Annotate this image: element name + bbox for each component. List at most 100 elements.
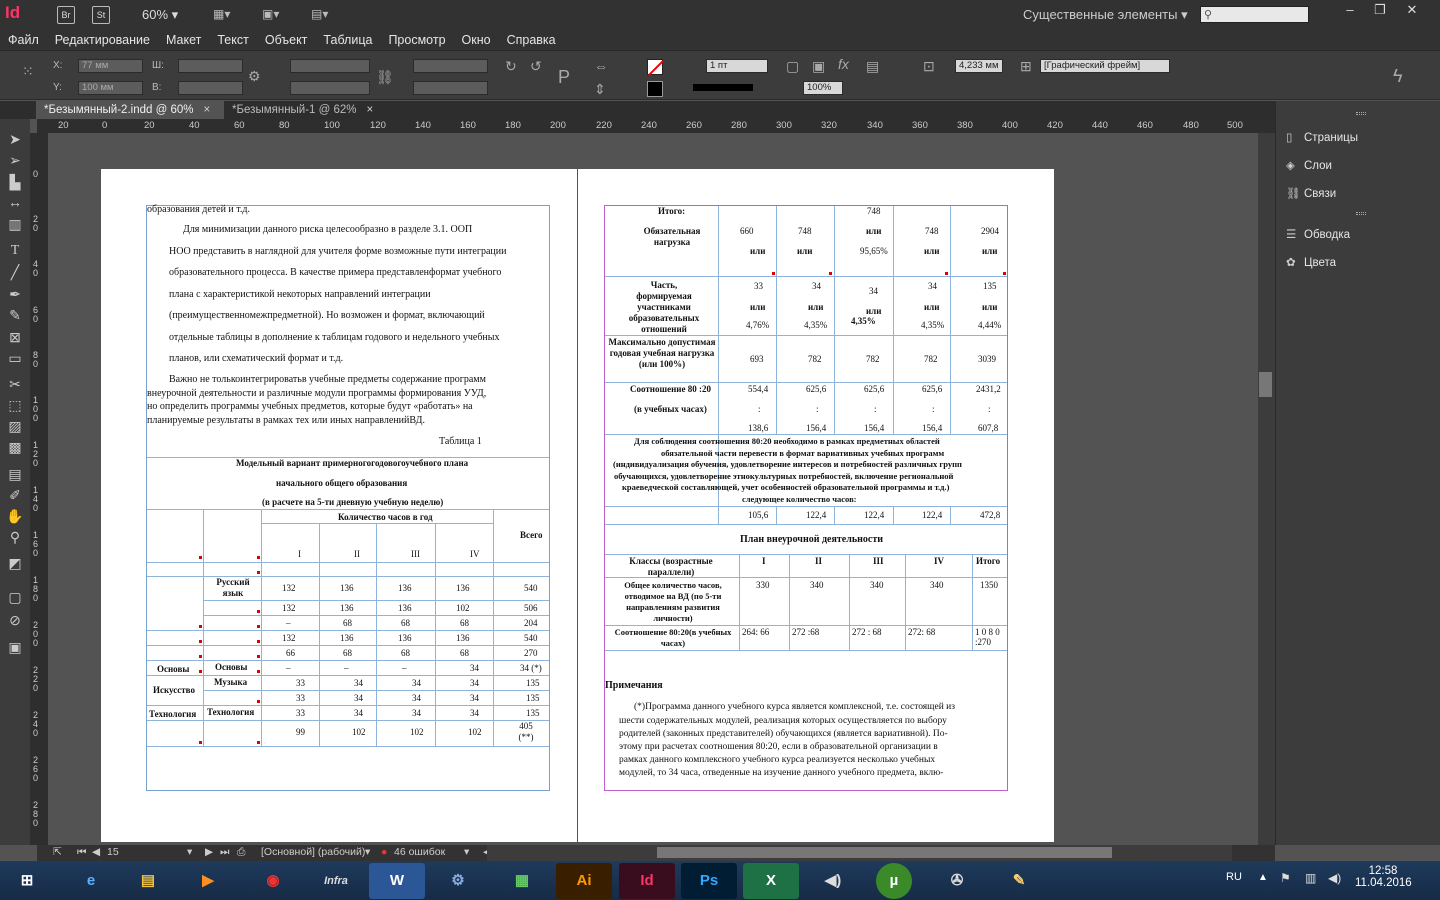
tab-document-1[interactable]: *Безымянный-1 @ 62% × xyxy=(224,101,384,119)
control-panel-taskbar-icon[interactable]: ⚙ xyxy=(430,863,486,899)
master-status[interactable]: [Основной] (рабочий) xyxy=(261,846,365,858)
vertical-scrollbar-thumb[interactable] xyxy=(1259,372,1272,397)
scissors-tool-icon[interactable]: ✂ xyxy=(6,376,24,392)
view-options-icon[interactable]: ▦▾ xyxy=(213,7,243,23)
fill-stroke-icon[interactable]: ◩ xyxy=(6,555,24,571)
speaker-icon[interactable]: ◀) xyxy=(1328,871,1341,885)
panel-layers[interactable]: ◈ Слои xyxy=(1286,158,1332,172)
rotate-cw-icon[interactable]: ↻ xyxy=(505,58,517,75)
screen-mode-icon[interactable]: ▣▾ xyxy=(262,7,292,23)
pencil-tool-icon[interactable]: ✎ xyxy=(6,307,24,323)
preflight-dropdown-icon[interactable]: ▾ xyxy=(464,846,469,858)
eyedropper-tool-icon[interactable]: ✐ xyxy=(6,487,24,503)
menu-edit[interactable]: Редактирование xyxy=(55,33,150,47)
menu-object[interactable]: Объект xyxy=(265,33,308,47)
menu-type[interactable]: Текст xyxy=(217,33,248,47)
menu-help[interactable]: Справка xyxy=(507,33,556,47)
pen-tool-icon[interactable]: ✒ xyxy=(6,286,24,302)
indesign-taskbar-icon[interactable]: Id xyxy=(619,863,675,899)
gradient-feather-tool-icon[interactable]: ▩ xyxy=(6,439,24,455)
stroke-swatch[interactable] xyxy=(647,81,663,97)
zoom-tool-icon[interactable]: ⚲ xyxy=(6,529,24,545)
next-page-icon[interactable]: ▶ xyxy=(205,846,213,858)
explorer-taskbar-icon[interactable]: ▤ xyxy=(120,863,176,899)
media-player-taskbar-icon[interactable]: ▶ xyxy=(180,863,236,899)
task-manager-taskbar-icon[interactable]: ▦ xyxy=(494,863,550,899)
word-taskbar-icon[interactable]: W xyxy=(369,863,425,899)
page-preflight-icon[interactable]: ⎙ xyxy=(237,846,245,859)
frame-fitting-icon[interactable]: ▤ xyxy=(866,58,879,75)
panel-stroke[interactable]: ☰ Обводка xyxy=(1286,227,1350,241)
ie-taskbar-icon[interactable]: e xyxy=(63,863,119,899)
apply-none-icon[interactable]: ⊘ xyxy=(6,612,24,628)
chrome-taskbar-icon[interactable]: ◉ xyxy=(245,863,301,899)
horizontal-scrollbar[interactable] xyxy=(487,845,1232,861)
language-indicator[interactable]: RU xyxy=(1226,871,1242,883)
master-dropdown-icon[interactable]: ▾ xyxy=(365,846,370,858)
auto-fit-icon[interactable]: ⊡ xyxy=(923,58,935,75)
close-window-button[interactable]: ✕ xyxy=(1397,2,1427,18)
rotate-field[interactable] xyxy=(413,59,488,73)
scale-x-field[interactable] xyxy=(290,59,370,73)
infra-recorder-taskbar-icon[interactable]: Infra xyxy=(308,863,364,899)
screen-mode-tool-icon[interactable]: ▣ xyxy=(6,639,24,655)
vertical-scrollbar[interactable] xyxy=(1258,133,1275,845)
stock-button[interactable]: St xyxy=(92,6,110,24)
prev-page-icon[interactable]: ◀ xyxy=(92,846,100,858)
free-transform-tool-icon[interactable]: ⬚ xyxy=(6,397,24,413)
excel-taskbar-icon[interactable]: X xyxy=(743,863,799,899)
search-input[interactable]: ⚲ xyxy=(1200,6,1309,23)
menu-window[interactable]: Окно xyxy=(462,33,491,47)
page-tool-icon[interactable]: ▙ xyxy=(6,174,24,190)
menu-table[interactable]: Таблица xyxy=(323,33,372,47)
close-icon[interactable]: × xyxy=(367,104,374,116)
line-tool-icon[interactable]: ╱ xyxy=(6,264,24,280)
gradient-tool-icon[interactable]: ▨ xyxy=(6,418,24,434)
fill-swatch[interactable] xyxy=(647,59,664,76)
tab-document-2[interactable]: *Безымянный-2.indd @ 60% × xyxy=(36,101,224,119)
illustrator-taskbar-icon[interactable]: Ai xyxy=(556,863,612,899)
photoshop-taskbar-icon[interactable]: Ps xyxy=(681,863,737,899)
rectangle-tool-icon[interactable]: ▭ xyxy=(6,350,24,366)
shear-field[interactable] xyxy=(413,81,488,95)
tray-expand-icon[interactable]: ▲ xyxy=(1258,872,1268,883)
bridge-button[interactable]: Br xyxy=(57,6,75,24)
panel-color[interactable]: ✿ Цвета xyxy=(1286,255,1336,269)
formatting-affects-icon[interactable]: ▢ xyxy=(6,589,24,605)
flip-v-icon[interactable]: ⇕ xyxy=(594,81,606,98)
selection-tool-icon[interactable]: ➤ xyxy=(6,131,24,147)
minimize-button[interactable]: – xyxy=(1335,2,1365,18)
reference-point-icon[interactable]: ⁙ xyxy=(22,63,34,80)
network-icon[interactable]: ⚑ xyxy=(1280,871,1291,885)
effects-icon[interactable]: ▣ xyxy=(812,58,825,75)
rotate-ccw-icon[interactable]: ↺ xyxy=(530,58,542,75)
frame-grid-icon[interactable]: ⊞ xyxy=(1020,58,1032,75)
open-page-icon[interactable]: ⇱ xyxy=(53,846,62,858)
rectangle-frame-tool-icon[interactable]: ⊠ xyxy=(6,329,24,345)
height-field[interactable] xyxy=(178,81,243,95)
note-tool-icon[interactable]: ▤ xyxy=(6,466,24,482)
link-icon[interactable]: ⛓ xyxy=(376,69,394,86)
width-field[interactable] xyxy=(178,59,243,73)
content-collector-icon[interactable]: ▥ xyxy=(6,216,24,232)
menu-file[interactable]: Файл xyxy=(8,33,39,47)
restore-button[interactable]: ❐ xyxy=(1365,2,1395,18)
x-field[interactable]: 77 мм xyxy=(78,59,143,73)
network-status-icon[interactable]: ▥ xyxy=(1305,871,1316,885)
page-dropdown-icon[interactable]: ▾ xyxy=(187,846,192,858)
y-field[interactable]: 100 мм xyxy=(78,81,143,95)
scale-y-field[interactable] xyxy=(290,81,370,95)
gap-tool-icon[interactable]: ↔ xyxy=(6,194,24,210)
clock[interactable]: 12:58 11.04.2016 xyxy=(1355,865,1412,889)
zoom-select[interactable]: 60% ▾ xyxy=(142,7,178,23)
page-number-field[interactable]: 15 xyxy=(107,846,195,858)
menu-view[interactable]: Просмотр xyxy=(388,33,445,47)
utorrent-taskbar-icon[interactable]: µ xyxy=(876,863,912,899)
flip-h-icon[interactable]: ⇔ xyxy=(594,58,608,74)
object-style-select[interactable]: [Графический фрейм] xyxy=(1040,59,1170,73)
constrain-proportions-icon[interactable]: ⚙ xyxy=(248,68,261,85)
close-icon[interactable]: × xyxy=(203,104,210,116)
menu-layout[interactable]: Макет xyxy=(166,33,201,47)
direct-selection-tool-icon[interactable]: ➢ xyxy=(6,152,24,168)
preflight-errors[interactable]: 46 ошибок xyxy=(394,846,445,858)
